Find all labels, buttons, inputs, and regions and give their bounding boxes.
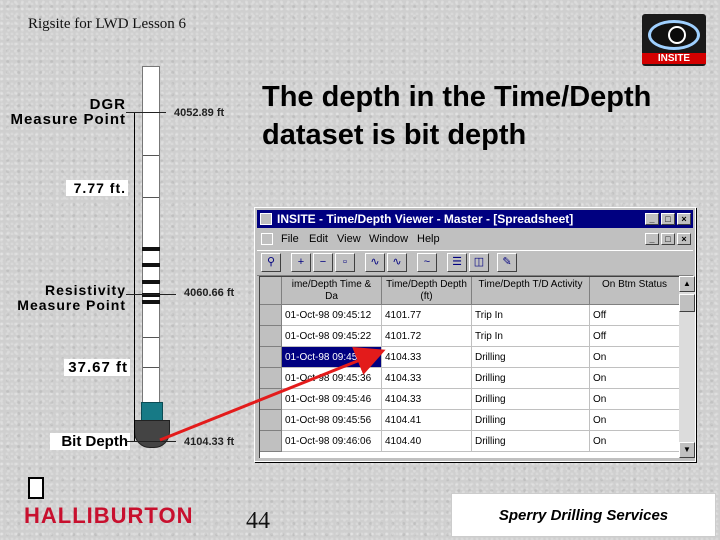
table-cell[interactable]: 4104.33 — [382, 389, 472, 410]
pencil-icon[interactable]: ✎ — [497, 253, 517, 272]
slide-title: The depth in the Time/Depth dataset is b… — [262, 81, 652, 151]
window-title: INSITE - Time/Depth Viewer - Master - [S… — [277, 212, 574, 226]
gap-arrow-line — [134, 113, 135, 295]
time-depth-viewer-window: INSITE - Time/Depth Viewer - Master - [S… — [254, 207, 696, 462]
table-cell[interactable]: 4101.77 — [382, 305, 472, 326]
menu-window[interactable]: Window — [369, 230, 408, 248]
logo-text: INSITE — [642, 53, 706, 64]
table-cell[interactable]: 01-Oct-98 09:45:56 — [282, 410, 382, 431]
row-header[interactable] — [260, 410, 282, 431]
table-cell[interactable]: 01-Oct-98 09:45:46 — [282, 389, 382, 410]
page-number: 44 — [246, 508, 270, 534]
trend-icon[interactable]: ~ — [417, 253, 437, 272]
lesson-header: Rigsite for LWD Lesson 6 — [28, 16, 187, 32]
menu-bar: File Edit View Window Help _ □ × — [257, 230, 693, 248]
minimize-button[interactable]: _ — [645, 213, 659, 225]
row-header[interactable] — [260, 326, 282, 347]
column-header[interactable]: On Btm Status — [590, 277, 680, 305]
column-header[interactable]: Time/Depth Depth (ft) — [382, 277, 472, 305]
doc-close-button[interactable]: × — [677, 233, 691, 245]
menu-file[interactable]: File — [281, 230, 299, 248]
toolbar: ⚲ + − ▫ ∿ ∿ ~ ☰ ◫ ✎ — [257, 250, 693, 276]
menu-edit[interactable]: Edit — [309, 230, 328, 248]
table-cell[interactable]: Drilling — [472, 431, 590, 452]
sperry-logo: Sperry Drilling Services — [451, 493, 716, 537]
row-header[interactable] — [260, 368, 282, 389]
document-icon[interactable] — [261, 233, 273, 245]
halliburton-logo: HALLIBURTON — [24, 503, 194, 528]
table-cell[interactable]: 01-Oct-98 09:45:22 — [282, 326, 382, 347]
table-cell[interactable]: On — [590, 347, 680, 368]
table-cell[interactable]: Trip In — [472, 305, 590, 326]
grid-corner[interactable] — [260, 277, 282, 305]
chart-settings-icon[interactable]: ∿ — [387, 253, 407, 272]
document-icon — [28, 477, 44, 499]
column-header[interactable]: ime/Depth Time & Da — [282, 277, 382, 305]
table-cell[interactable]: On — [590, 389, 680, 410]
resistivity-label: Resistivity — [44, 282, 126, 298]
row-header[interactable] — [260, 431, 282, 452]
bit-depth-label: Bit Depth — [50, 433, 130, 450]
table-cell[interactable]: Drilling — [472, 368, 590, 389]
app-icon[interactable] — [260, 213, 272, 225]
doc-minimize-button[interactable]: _ — [645, 233, 659, 245]
scroll-down-arrow-icon[interactable]: ▼ — [679, 442, 695, 458]
chart-icon[interactable]: ∿ — [365, 253, 385, 272]
zoom-out-icon[interactable]: − — [313, 253, 333, 272]
scroll-up-arrow-icon[interactable]: ▲ — [679, 276, 695, 292]
resistivity-depth: 4060.66 ft — [184, 287, 235, 299]
insite-logo: INSITE — [642, 14, 706, 66]
menu-help[interactable]: Help — [417, 230, 440, 248]
table-cell[interactable]: On — [590, 368, 680, 389]
table-cell[interactable]: 01-Oct-98 09:46:06 — [282, 431, 382, 452]
split-horizontal-icon[interactable]: ☰ — [447, 253, 467, 272]
dgr-tick — [126, 112, 166, 113]
table-cell[interactable]: Drilling — [472, 410, 590, 431]
menu-view[interactable]: View — [337, 230, 361, 248]
column-header[interactable]: Time/Depth T/D Activity — [472, 277, 590, 305]
gap-7-77: 7.77 ft. — [66, 180, 128, 196]
split-vertical-icon[interactable]: ◫ — [469, 253, 489, 272]
bit-tick — [126, 441, 176, 442]
table-cell[interactable]: On — [590, 410, 680, 431]
binoculars-icon[interactable]: ⚲ — [261, 253, 281, 272]
table-cell[interactable]: On — [590, 431, 680, 452]
table-cell[interactable]: Off — [590, 326, 680, 347]
close-button[interactable]: × — [677, 213, 691, 225]
row-header[interactable] — [260, 305, 282, 326]
dgr-label-2: Measure Point — [10, 111, 126, 128]
vertical-scrollbar[interactable]: ▲ ▼ — [679, 276, 695, 458]
spreadsheet-grid: ime/Depth Time & Da Time/Depth Depth (ft)… — [259, 276, 681, 460]
zoom-box-icon[interactable]: ▫ — [335, 253, 355, 272]
dgr-depth: 4052.89 ft — [174, 107, 225, 119]
scroll-thumb[interactable] — [679, 294, 695, 312]
table-cell[interactable]: Trip In — [472, 326, 590, 347]
row-header[interactable] — [260, 389, 282, 410]
table-cell[interactable]: Drilling — [472, 347, 590, 368]
table-cell[interactable]: 4104.40 — [382, 431, 472, 452]
table-cell[interactable]: Off — [590, 305, 680, 326]
table-cell[interactable]: 4104.33 — [382, 347, 472, 368]
table-cell[interactable]: Drilling — [472, 389, 590, 410]
table-cell[interactable]: 4104.33 — [382, 368, 472, 389]
zoom-in-icon[interactable]: + — [291, 253, 311, 272]
gap-arrow-line-2 — [134, 295, 135, 441]
status-bar — [257, 458, 693, 461]
drill-bit-icon — [134, 420, 170, 448]
gap-37-67: 37.67 ft — [64, 359, 130, 376]
table-cell[interactable]: 4101.72 — [382, 326, 472, 347]
table-cell[interactable]: 4104.41 — [382, 410, 472, 431]
resistivity-label-2: Measure Point — [17, 297, 126, 313]
bit-depth-value: 4104.33 ft — [184, 436, 235, 448]
doc-restore-button[interactable]: □ — [661, 233, 675, 245]
table-cell[interactable]: 01-Oct-98 09:45:36 — [282, 368, 382, 389]
drill-string — [142, 66, 160, 444]
row-header[interactable] — [260, 347, 282, 368]
table-cell[interactable]: 01-Oct-98 09:45:12 — [282, 305, 382, 326]
eye-icon — [648, 20, 700, 50]
window-titlebar[interactable]: INSITE - Time/Depth Viewer - Master - [S… — [257, 210, 693, 228]
table-cell[interactable]: 01-Oct-98 09:45:26 — [282, 347, 382, 368]
maximize-button[interactable]: □ — [661, 213, 675, 225]
